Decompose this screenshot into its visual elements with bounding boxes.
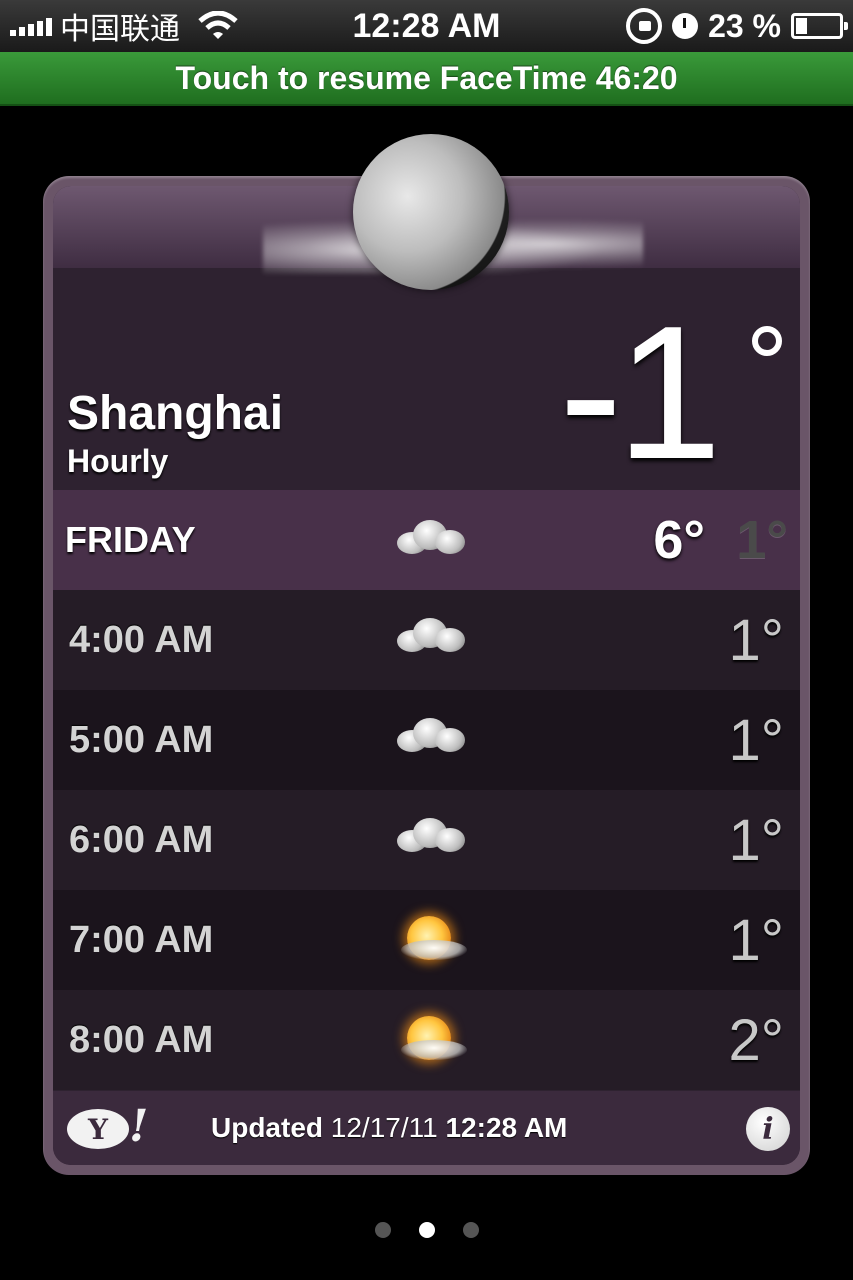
battery-percent: 23 % bbox=[708, 7, 781, 44]
signal-bars-icon bbox=[10, 16, 52, 36]
hour-temp: 1° bbox=[728, 807, 784, 873]
page-dot-current[interactable] bbox=[418, 1222, 435, 1238]
weather-footer: Y ! Updated 12/17/11 12:28 AM i bbox=[53, 1091, 800, 1165]
hour-row: 6:00 AM 1° bbox=[53, 790, 800, 890]
cloudy-icon bbox=[393, 518, 469, 558]
weather-card-inner: Shanghai Hourly -1 FRIDAY 6° 1° 4:00 AM bbox=[53, 186, 800, 1165]
updated-timestamp: Updated 12/17/11 12:28 AM bbox=[211, 1112, 567, 1144]
day-label: FRIDAY bbox=[65, 519, 196, 560]
carrier-name: 中国联通 bbox=[60, 13, 180, 46]
cloudy-icon bbox=[393, 616, 469, 656]
cloudy-icon bbox=[393, 716, 469, 756]
page-dot[interactable] bbox=[462, 1222, 479, 1238]
forecast-mode: Hourly bbox=[67, 443, 169, 479]
hour-time: 8:00 AM bbox=[69, 1018, 214, 1061]
day-high-temp: 6° bbox=[653, 510, 705, 570]
degree-symbol-icon bbox=[752, 326, 782, 356]
hour-time: 7:00 AM bbox=[69, 918, 214, 961]
hour-time: 6:00 AM bbox=[69, 818, 214, 861]
battery-icon bbox=[791, 13, 848, 39]
city-name: Shanghai bbox=[67, 387, 284, 440]
status-right: 23 % bbox=[626, 7, 848, 45]
facetime-resume-bar[interactable]: Touch to resume FaceTime 46:20 bbox=[0, 52, 853, 106]
hour-row: 5:00 AM 1° bbox=[53, 690, 800, 790]
hour-time: 4:00 AM bbox=[69, 618, 214, 661]
updated-time: 12:28 AM bbox=[445, 1112, 568, 1143]
yahoo-logo[interactable]: Y ! bbox=[67, 1101, 148, 1152]
hour-temp: 1° bbox=[728, 707, 784, 773]
cloudy-icon bbox=[393, 816, 469, 856]
hour-temp: 2° bbox=[728, 1007, 784, 1073]
day-summary-row: FRIDAY 6° 1° bbox=[53, 490, 800, 590]
info-button[interactable]: i bbox=[746, 1107, 790, 1151]
moon-cloudy-icon bbox=[353, 134, 509, 290]
partly-sunny-icon bbox=[393, 1016, 469, 1066]
yahoo-logo-bang: ! bbox=[129, 1101, 149, 1152]
status-left: 中国联通 bbox=[10, 4, 238, 48]
hour-time: 5:00 AM bbox=[69, 718, 214, 761]
current-temperature: -1 bbox=[559, 287, 722, 499]
facetime-resume-label: Touch to resume FaceTime 46:20 bbox=[175, 59, 678, 96]
hour-row: 7:00 AM 1° bbox=[53, 890, 800, 990]
hour-temp: 1° bbox=[728, 907, 784, 973]
day-low-temp: 1° bbox=[736, 510, 788, 570]
alarm-icon bbox=[672, 13, 699, 39]
hour-temp: 1° bbox=[728, 607, 784, 673]
status-bar: 中国联通 12:28 AM 23 % bbox=[0, 0, 853, 52]
partly-sunny-icon bbox=[393, 916, 469, 966]
status-time: 12:28 AM bbox=[352, 6, 501, 45]
rotation-lock-icon bbox=[626, 8, 663, 44]
updated-date: 12/17/11 bbox=[330, 1112, 438, 1143]
page-dot[interactable] bbox=[374, 1222, 391, 1238]
updated-label: Updated bbox=[211, 1112, 323, 1143]
hour-row: 8:00 AM 2° bbox=[53, 990, 800, 1090]
hour-row: 4:00 AM 1° bbox=[53, 590, 800, 690]
weather-card: Shanghai Hourly -1 FRIDAY 6° 1° 4:00 AM bbox=[43, 176, 810, 1175]
wifi-icon bbox=[198, 11, 238, 39]
yahoo-logo-badge: Y bbox=[67, 1109, 129, 1149]
page-control[interactable] bbox=[0, 1222, 853, 1238]
city-block: Shanghai Hourly bbox=[67, 386, 283, 480]
